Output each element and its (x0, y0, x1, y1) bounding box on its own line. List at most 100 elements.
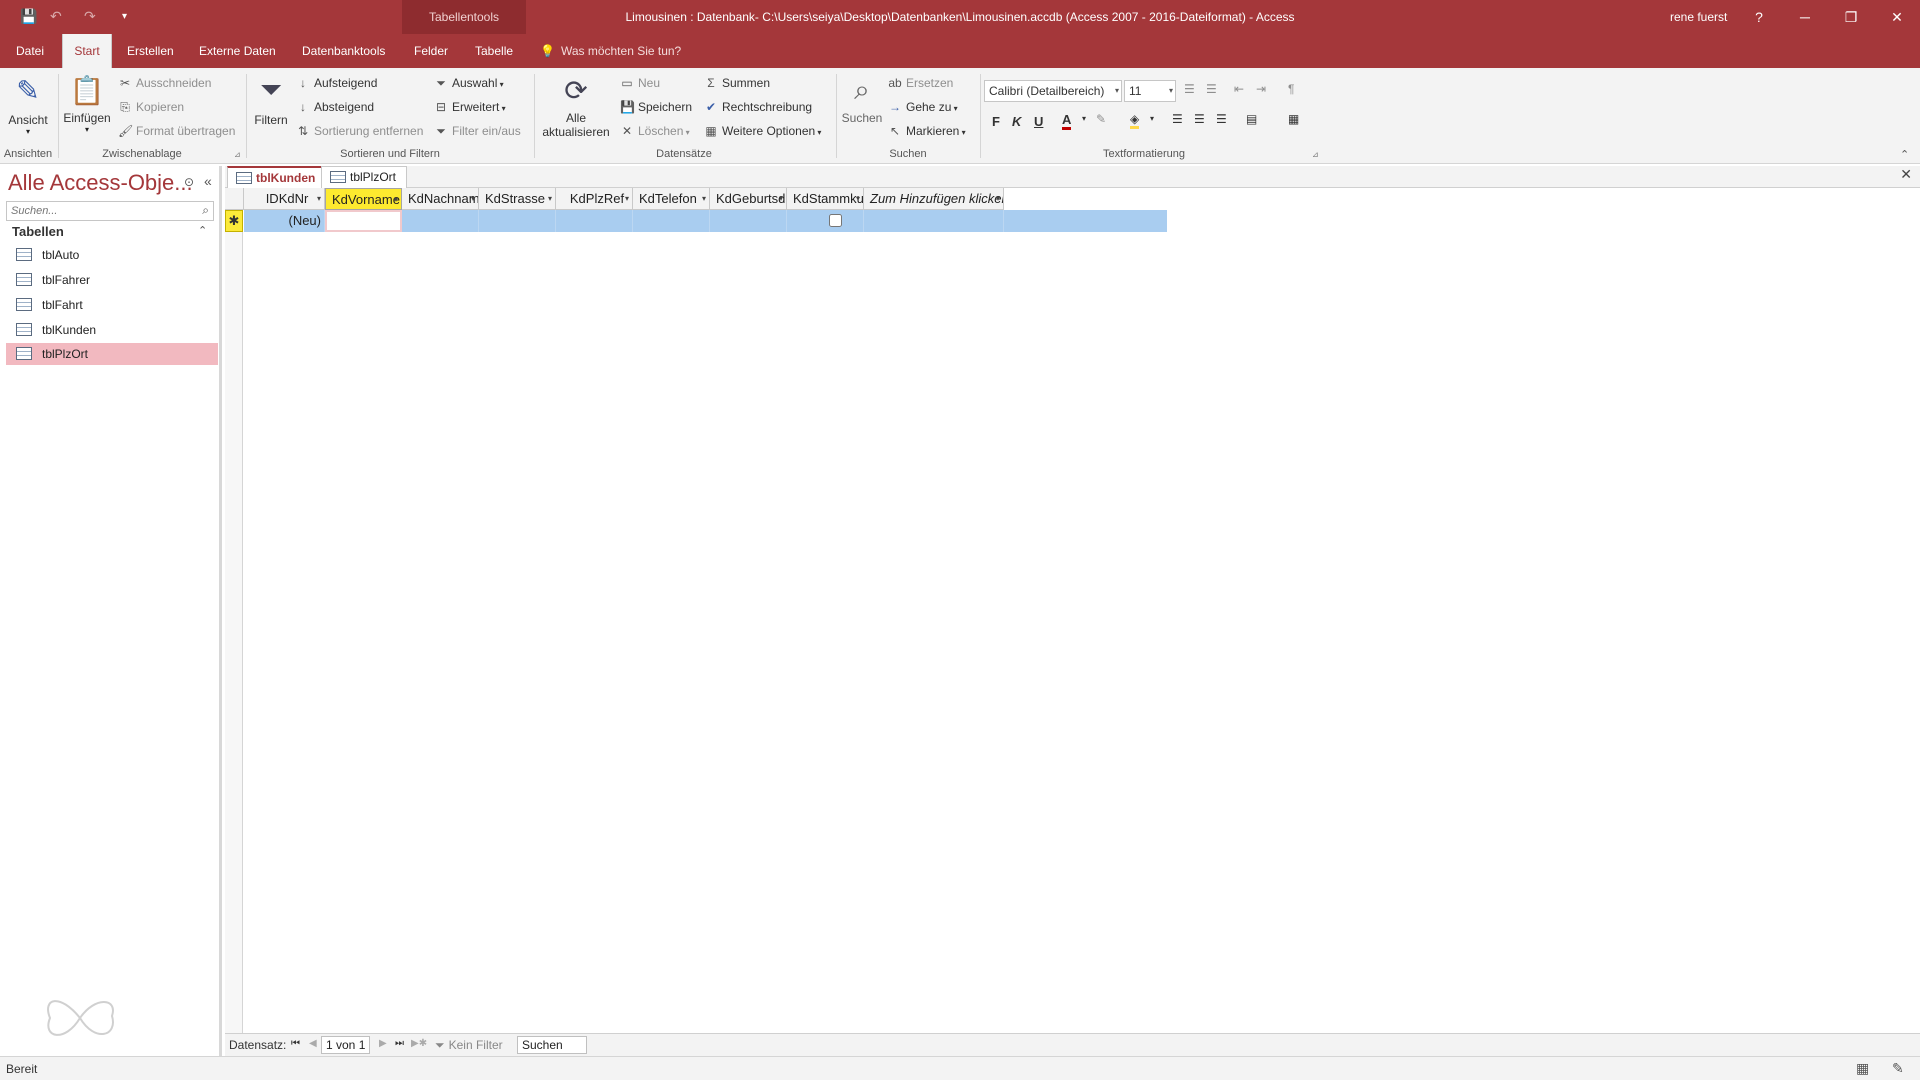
nav-item-tblfahrer[interactable]: tblFahrer (6, 269, 218, 291)
gehe-zu-button[interactable]: → Gehe zu ▾ (888, 100, 958, 114)
cell-idkdnr[interactable]: (Neu) (244, 210, 325, 232)
chevron-down-icon[interactable]: ▾ (856, 188, 860, 209)
record-count-input[interactable]: 1 von 1 (321, 1036, 371, 1054)
tab-felder[interactable]: Felder (406, 34, 456, 68)
last-record-icon[interactable]: ⏭ (395, 1038, 404, 1049)
nav-item-tblkunden[interactable]: tblKunden (6, 319, 218, 341)
cell-kdplzref[interactable] (556, 210, 633, 232)
chevron-down-icon[interactable]: ▾ (779, 188, 783, 209)
weitere-optionen-button[interactable]: ▦ Weitere Optionen ▾ (704, 124, 821, 138)
tab-start[interactable]: Start (62, 34, 112, 68)
highlight-icon[interactable]: ✎ (1096, 112, 1106, 126)
dialog-launcher-icon[interactable]: ⊿ (1312, 150, 1319, 159)
column-header-kdgeburtsd[interactable]: KdGeburtsd ▾ (710, 188, 787, 210)
cell-kdstrasse[interactable] (479, 210, 556, 232)
underline-button[interactable]: U (1034, 114, 1043, 129)
erweitert-button[interactable]: ⊟ Erweitert ▾ (434, 100, 506, 114)
chevron-down-circle-icon[interactable]: ⊙ (184, 175, 194, 189)
chevron-down-icon[interactable]: ▾ (317, 188, 321, 209)
increase-indent-icon[interactable]: ⇥ (1256, 82, 1266, 96)
cell-kdtelefon[interactable] (633, 210, 710, 232)
restore-button[interactable]: ❐ (1828, 0, 1874, 34)
undo-icon[interactable]: ↶ (50, 8, 62, 25)
chevron-down-icon[interactable]: ▾ (702, 188, 706, 209)
align-left-icon[interactable]: ☰ (1172, 112, 1183, 126)
align-right-icon[interactable]: ☰ (1216, 112, 1227, 126)
column-header-kdvorname[interactable]: KdVorname ▾ (325, 188, 402, 210)
new-record-selector[interactable]: ✱ (225, 210, 243, 232)
nav-search-box[interactable]: ⌕ (6, 201, 214, 221)
font-color-button[interactable]: A (1062, 113, 1072, 130)
next-record-icon[interactable]: ▶ (379, 1038, 387, 1049)
column-header-add-field[interactable]: Zum Hinzufügen klicken ▾ (864, 188, 1004, 210)
customize-quick-access-icon[interactable]: ▾ (122, 11, 127, 22)
close-button[interactable]: ✕ (1874, 0, 1920, 34)
filtern-button[interactable]: ⏷ Filtern (250, 74, 292, 127)
user-name[interactable]: rene fuerst (1670, 0, 1727, 34)
new-record-icon[interactable]: ▶✱ (411, 1038, 427, 1049)
kdstammku-checkbox[interactable] (829, 214, 842, 227)
minimize-button[interactable]: ─ (1782, 0, 1828, 34)
nav-item-tblfahrt[interactable]: tblFahrt (6, 294, 218, 316)
save-icon[interactable]: 💾 (20, 8, 37, 25)
ausschneiden-button[interactable]: ✂ Ausschneiden (118, 76, 211, 90)
tab-datei[interactable]: Datei (8, 34, 52, 68)
speichern-button[interactable]: 💾 Speichern (620, 100, 692, 114)
ersetzen-button[interactable]: ab Ersetzen (888, 76, 953, 90)
italic-button[interactable]: K (1012, 114, 1021, 129)
alle-aktualisieren-button[interactable]: ⟳ Alle aktualisieren (536, 74, 616, 139)
design-view-icon[interactable]: ✎ (1892, 1060, 1904, 1077)
nav-group-tabellen[interactable]: Tabellen (12, 224, 64, 239)
chevron-down-icon[interactable]: ▾ (394, 189, 398, 209)
rechtschreibung-button[interactable]: ✔ Rechtschreibung (704, 100, 812, 114)
column-header-kdstrasse[interactable]: KdStrasse ▾ (479, 188, 556, 210)
sortierung-entfernen-button[interactable]: ⇅ Sortierung entfernen (296, 124, 423, 138)
cell-kdvorname[interactable] (325, 210, 402, 232)
alternate-row-color-icon[interactable]: ▤ (1246, 112, 1257, 126)
nav-search-input[interactable] (7, 202, 187, 220)
search-icon[interactable]: ⌕ (202, 203, 209, 218)
chevron-down-icon[interactable]: ▾ (548, 188, 552, 209)
column-header-idkdnr[interactable]: IDKdNr ▾ (244, 188, 325, 210)
column-header-kdtelefon[interactable]: KdTelefon ▾ (633, 188, 710, 210)
chevron-down-icon[interactable]: ▾ (1150, 114, 1154, 123)
neu-button[interactable]: ▭ Neu (620, 76, 660, 90)
previous-record-icon[interactable]: ◀ (309, 1038, 317, 1049)
paragraph-direction-icon[interactable]: ¶ (1288, 82, 1294, 96)
summen-button[interactable]: Σ Summen (704, 76, 770, 90)
first-record-icon[interactable]: ⏮ (291, 1038, 300, 1049)
absteigend-button[interactable]: ↓ Absteigend (296, 100, 374, 114)
tab-tabelle[interactable]: Tabelle (467, 34, 521, 68)
loeschen-button[interactable]: ✕ Löschen ▾ (620, 124, 690, 138)
einfuegen-button[interactable]: 📋 Einfügen ▾ (62, 74, 112, 134)
nav-pane-title[interactable]: Alle Access-Obje... (8, 170, 193, 196)
bullets-icon[interactable]: ☰ (1184, 82, 1195, 96)
doc-tab-tblplzort[interactable]: tblPlzOrt (321, 166, 408, 188)
tab-externe-daten[interactable]: Externe Daten (191, 34, 284, 68)
dialog-launcher-icon[interactable]: ⊿ (234, 150, 241, 159)
doc-tab-tblkunden[interactable]: tblKunden (227, 166, 327, 188)
column-header-kdplzref[interactable]: KdPlzRef ▾ (556, 188, 633, 210)
column-header-kdstammku[interactable]: KdStammku ▾ (787, 188, 864, 210)
redo-icon[interactable]: ↷ (84, 8, 96, 25)
cell-kdnachnam[interactable] (402, 210, 479, 232)
tab-datenbanktools[interactable]: Datenbanktools (294, 34, 393, 68)
collapse-ribbon-icon[interactable]: ⌃ (1900, 148, 1909, 161)
collapse-pane-icon[interactable]: « (204, 173, 212, 189)
record-search-input[interactable]: Suchen (517, 1036, 587, 1054)
format-uebertragen-button[interactable]: 🖌 Format übertragen (118, 124, 235, 138)
bold-button[interactable]: F (992, 114, 1000, 129)
font-name-select[interactable]: Calibri (Detailbereich) ▾ (984, 80, 1122, 102)
fill-color-icon[interactable]: ◈ (1130, 112, 1140, 129)
chevron-down-icon[interactable]: ▾ (625, 188, 629, 209)
filter-einaus-button[interactable]: ⏷ Filter ein/aus (434, 124, 521, 139)
nav-item-tblplzort[interactable]: tblPlzOrt (6, 343, 218, 365)
no-filter-button[interactable]: ⏷ Kein Filter (435, 1038, 503, 1053)
nav-item-tblauto[interactable]: tblAuto (6, 244, 218, 266)
help-button[interactable]: ? (1736, 0, 1782, 34)
suchen-button[interactable]: ⌕ Suchen (840, 74, 884, 125)
decrease-indent-icon[interactable]: ⇤ (1234, 82, 1244, 96)
cell-add-field[interactable] (864, 210, 1004, 232)
gridlines-icon[interactable]: ▦ (1288, 112, 1299, 126)
kopieren-button[interactable]: ⎘ Kopieren (118, 100, 184, 115)
